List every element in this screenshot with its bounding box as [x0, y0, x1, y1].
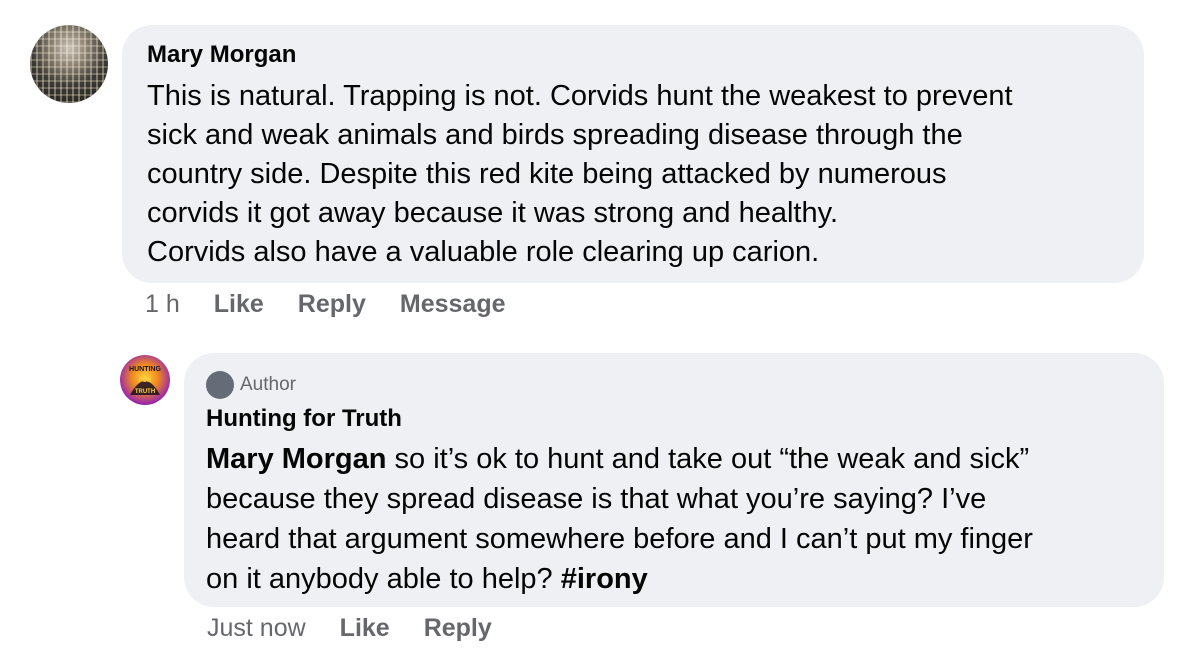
comment-text-line: Corvids also have a valuable role cleari…	[147, 236, 820, 268]
reply-timestamp[interactable]: Just now	[207, 614, 306, 643]
reply-button[interactable]: Reply	[298, 290, 366, 319]
avatar-logo-text: HUNTING	[129, 366, 161, 373]
reply-bubble: Author Hunting for Truth Mary Morgan so …	[184, 353, 1164, 607]
comment-text: This is natural. Trapping is not. Corvid…	[147, 77, 1137, 272]
hashtag-link[interactable]: #irony	[561, 563, 648, 595]
comment-text-line: sick and weak animals and birds spreadin…	[147, 119, 963, 151]
reply-text: Mary Morgan so it’s ok to hunt and take …	[206, 439, 1156, 599]
avatar-hunting-for-truth[interactable]: HUNTING FOR TRUTH	[120, 355, 170, 405]
like-button[interactable]: Like	[340, 614, 390, 643]
reply-text-line: on it anybody able to help? #irony	[206, 559, 1156, 599]
author-badge-label: Author	[240, 374, 296, 395]
reply-author-name[interactable]: Hunting for Truth	[206, 405, 402, 433]
reply-actions: Just now Like Reply	[207, 614, 526, 643]
avatar-mary-morgan[interactable]	[30, 25, 108, 103]
comment-text-line: This is natural. Trapping is not. Corvid…	[147, 80, 1013, 112]
reply-button[interactable]: Reply	[424, 614, 492, 643]
comment-bubble: Mary Morgan This is natural. Trapping is…	[122, 25, 1144, 283]
avatar-lights-pattern	[30, 25, 108, 103]
comment-actions: 1 h Like Reply Message	[145, 290, 540, 319]
reply-text-line: Mary Morgan so it’s ok to hunt and take …	[206, 439, 1156, 479]
comment-author-name[interactable]: Mary Morgan	[147, 41, 296, 69]
mention-link[interactable]: Mary Morgan	[206, 443, 386, 475]
comment-thread: Mary Morgan This is natural. Trapping is…	[0, 0, 1200, 654]
avatar-logo-text: TRUTH	[135, 389, 155, 395]
avatar-logo-text: FOR	[139, 378, 152, 384]
reply-text-fragment: on it anybody able to help?	[206, 563, 561, 595]
comment-text-line: corvids it got away because it was stron…	[147, 197, 839, 229]
reply-text-fragment: so it’s ok to hunt and take out “the wea…	[386, 443, 1030, 475]
comment-text-line: country side. Despite this red kite bein…	[147, 158, 947, 190]
comment-timestamp[interactable]: 1 h	[145, 290, 180, 319]
reply-text-line: because they spread disease is that what…	[206, 483, 987, 515]
avatar-logo-graphic: HUNTING FOR TRUTH	[129, 366, 161, 395]
like-button[interactable]: Like	[214, 290, 264, 319]
message-button[interactable]: Message	[400, 290, 506, 319]
author-badge: Author	[206, 371, 296, 399]
reply-text-line: heard that argument somewhere before and…	[206, 523, 1033, 555]
author-badge-icon	[206, 371, 234, 399]
